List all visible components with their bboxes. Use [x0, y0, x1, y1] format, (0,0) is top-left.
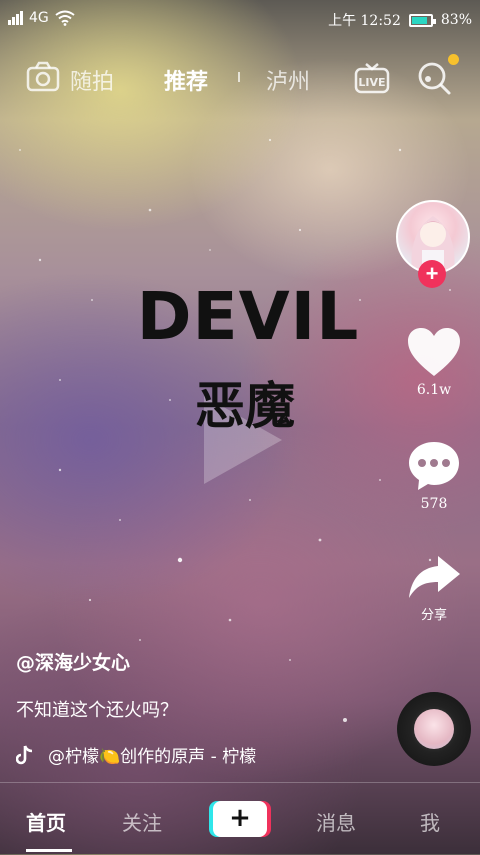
home-tab-indicator [26, 849, 72, 852]
like-count: 6.1w [416, 382, 452, 398]
tab-me[interactable]: 我 [420, 807, 440, 836]
like-button[interactable]: 6.1w [404, 326, 464, 398]
music-disc-cover [414, 709, 454, 749]
nav-divider [238, 72, 240, 82]
comment-button[interactable]: 578 [404, 438, 464, 512]
create-button[interactable]: + [209, 801, 271, 837]
create-plus: + [213, 801, 267, 837]
battery-icon [408, 13, 436, 27]
status-bar: 4G 上午 12:52 83% [0, 0, 480, 40]
comment-icon [409, 442, 459, 490]
live-icon[interactable]: LIVE [354, 60, 390, 94]
signal-icon [8, 11, 23, 25]
status-left: 4G [8, 10, 75, 26]
tiktok-note-icon [16, 744, 33, 764]
network-type: 4G [29, 10, 49, 26]
video-description: 不知道这个还火吗？ [16, 700, 178, 721]
comment-count: 578 [420, 496, 448, 512]
tab-random-shot[interactable]: 随拍 [70, 64, 114, 96]
clock: 上午 12:52 [328, 13, 401, 29]
bottom-nav: 首页 关注 + 消息 我 [0, 782, 480, 855]
wifi-icon [55, 10, 75, 26]
search-icon[interactable] [416, 60, 452, 96]
top-nav: 随拍 推荐 泸州 LIVE [0, 54, 480, 100]
tab-city[interactable]: 泸州 [266, 64, 310, 96]
live-label: LIVE [358, 76, 385, 89]
follow-button[interactable]: + [418, 260, 446, 288]
music-disc[interactable] [397, 692, 471, 766]
tab-recommend[interactable]: 推荐 [164, 64, 208, 96]
share-button[interactable]: 分享 [404, 554, 464, 623]
music-row[interactable]: @柠檬🍋创作的原声 - 柠檬 [16, 742, 286, 767]
notification-dot [448, 54, 459, 65]
author-name[interactable]: @深海少女心 [16, 648, 130, 675]
music-title: @柠檬🍋创作的原声 - 柠檬 [48, 747, 257, 767]
share-icon [409, 556, 460, 598]
tab-follow[interactable]: 关注 [122, 807, 162, 836]
tab-messages[interactable]: 消息 [316, 807, 356, 836]
camera-icon[interactable] [26, 60, 60, 94]
share-label: 分享 [420, 608, 447, 623]
heart-icon [408, 328, 460, 376]
status-right: 上午 12:52 83% [328, 10, 472, 30]
battery-percent: 83% [440, 12, 472, 28]
tab-home[interactable]: 首页 [26, 807, 66, 836]
author-avatar-group: + [396, 200, 470, 288]
